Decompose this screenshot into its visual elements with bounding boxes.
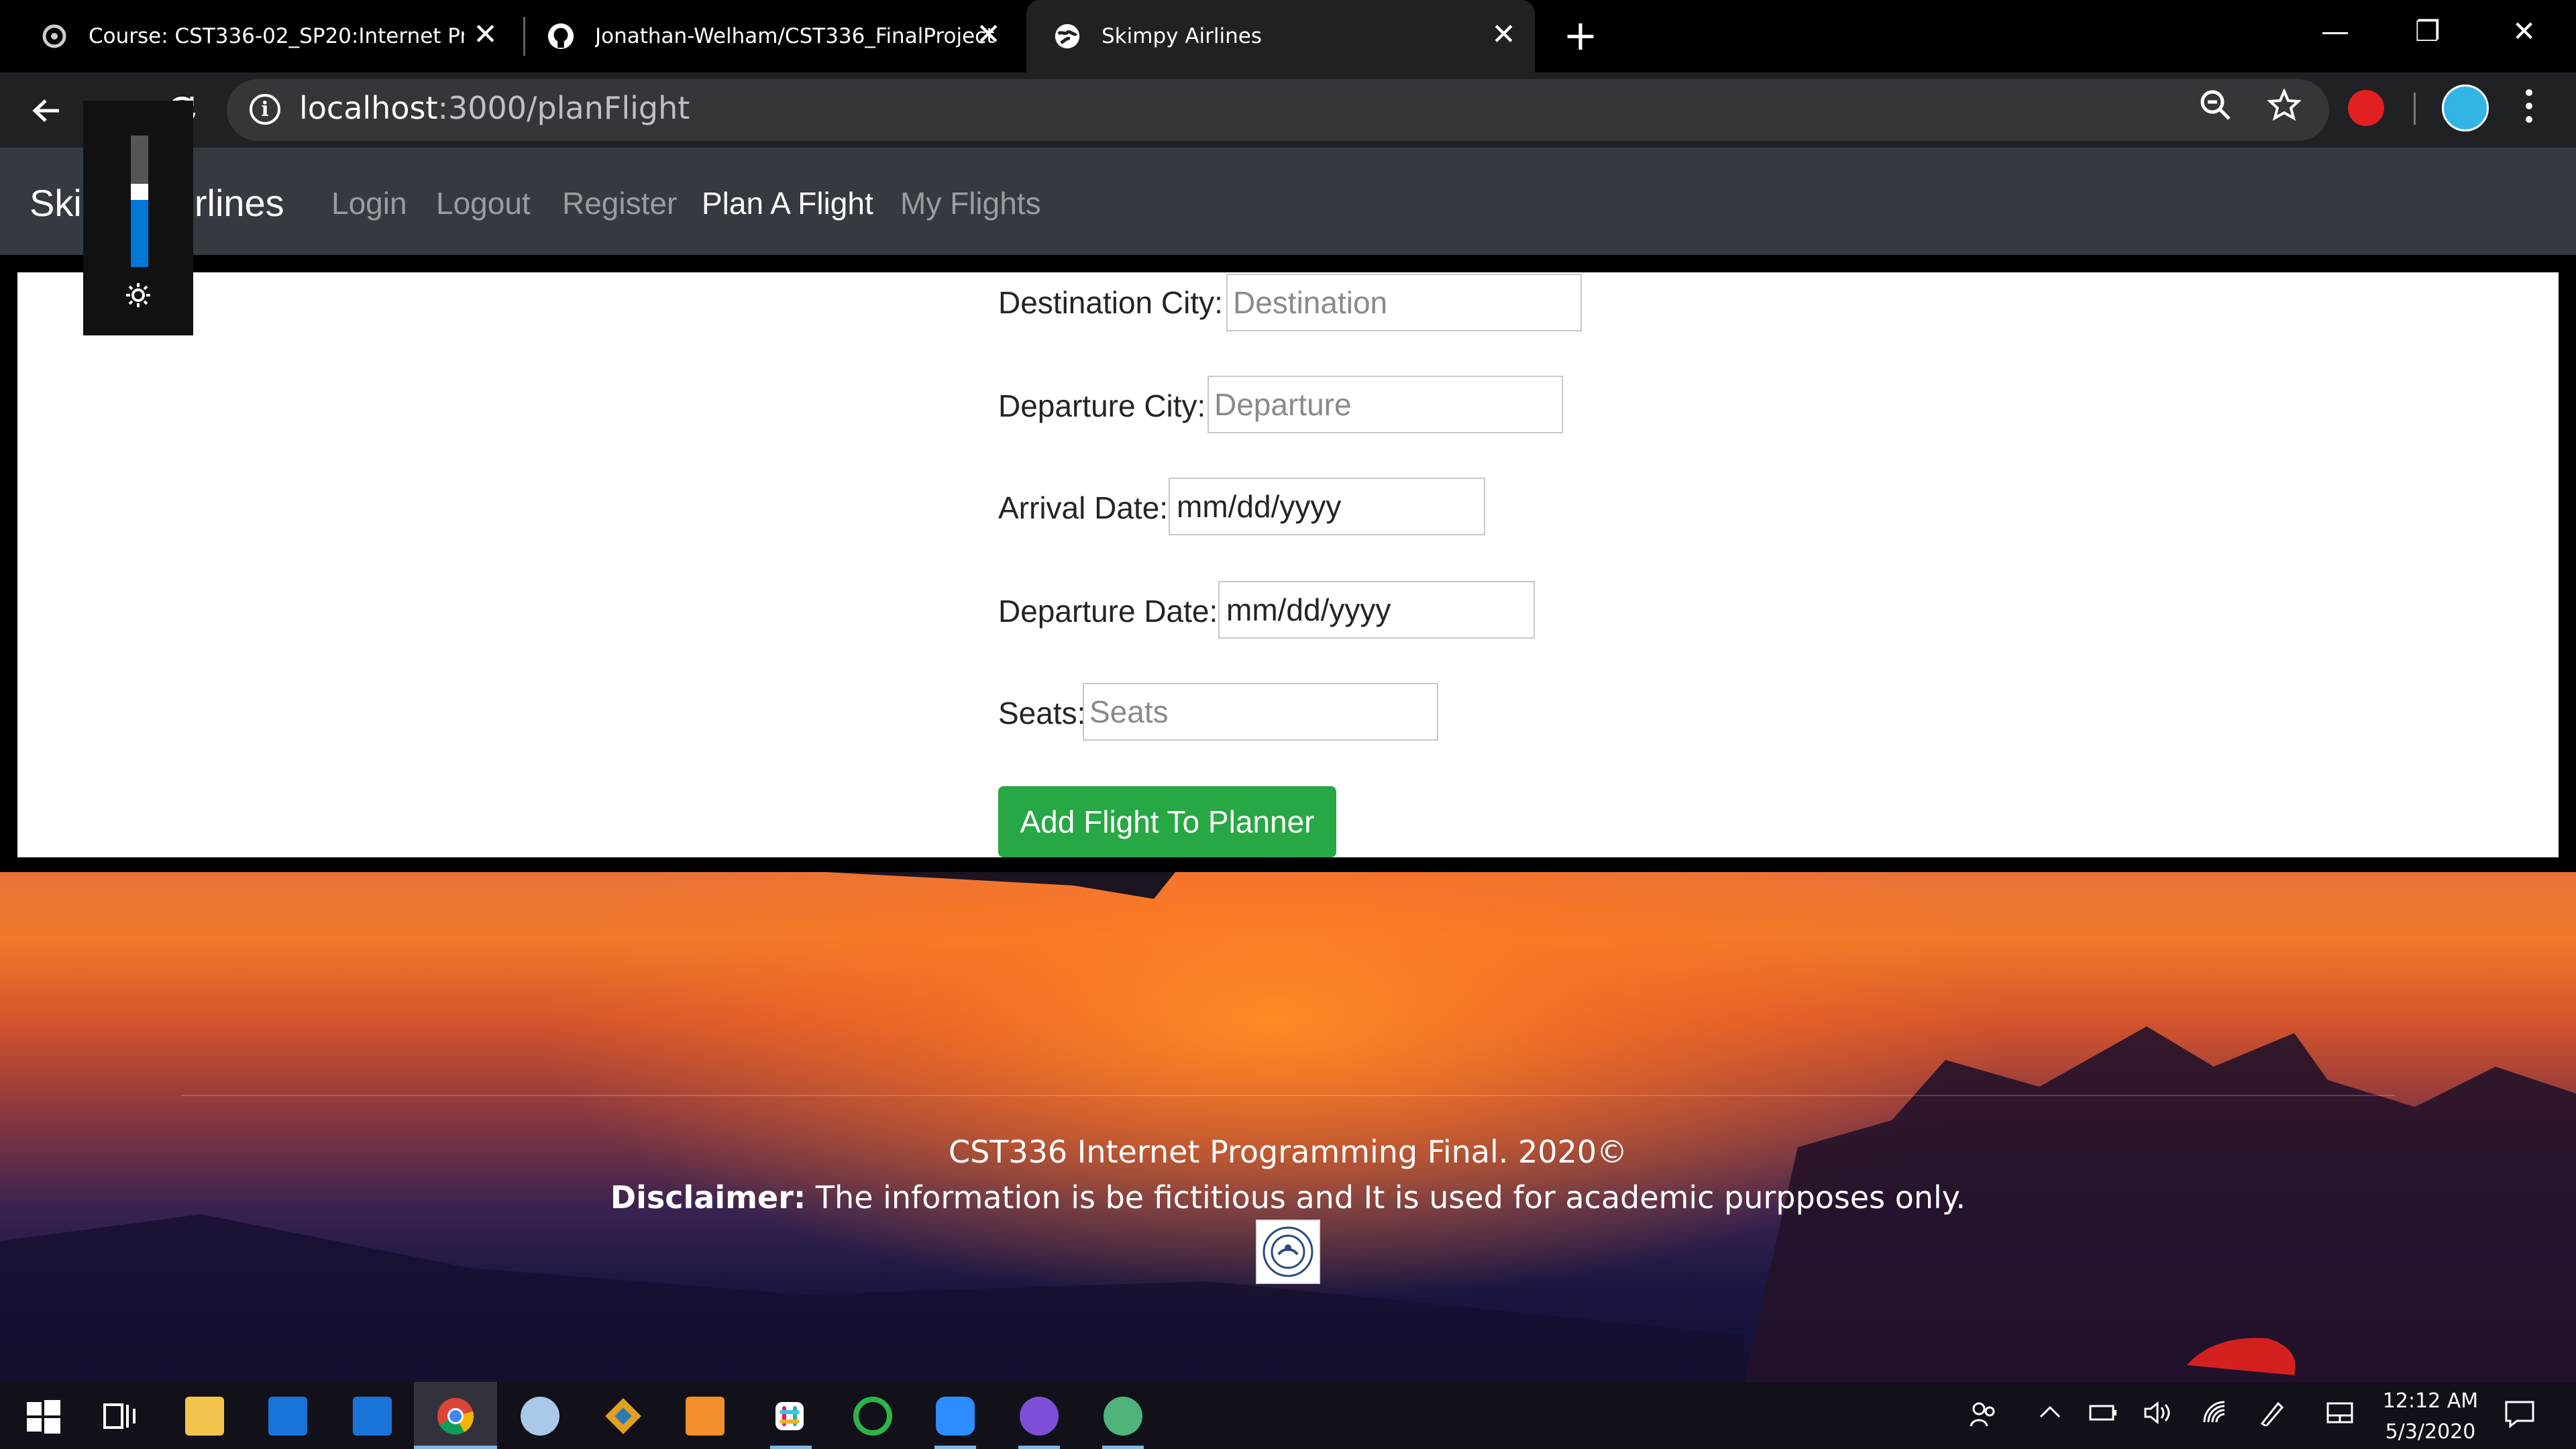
nav-login[interactable]: Login [331,185,407,221]
profile-avatar[interactable] [2442,85,2489,131]
zoom-icon[interactable] [2199,89,2233,130]
brightness-fill [131,191,148,267]
departure-city-input[interactable] [1208,376,1563,433]
sublime-icon[interactable] [686,1397,724,1436]
wifi-icon[interactable] [2200,1399,2230,1433]
close-tab-icon[interactable]: ✕ [473,20,498,50]
disclaimer-text: The information is be fictitious and It … [806,1179,1966,1216]
github-icon [547,22,575,50]
globe-icon [1053,22,1081,50]
sunset-background-image [0,865,2576,1382]
seats-input[interactable] [1083,683,1438,741]
tab-course[interactable]: Course: CST336-02_SP20:Internet Progr ✕ [0,0,517,72]
keyboard-icon[interactable] [2325,1399,2355,1433]
destination-city-label: Destination City: [998,285,1223,320]
zoom-running-indicator [934,1446,976,1449]
extension-icon[interactable] [2348,90,2384,126]
plan-flight-form: Destination City: Departure City: Arriva… [17,272,2559,857]
nav-logout[interactable]: Logout [436,185,531,221]
site-info-icon[interactable]: i [250,94,280,125]
task-view-icon[interactable] [101,1397,140,1436]
battery-icon[interactable] [2088,1399,2118,1433]
brightness-slider-thumb[interactable] [131,184,148,200]
atom-running-indicator [1102,1446,1144,1449]
arrival-date-label: Arrival Date: [998,490,1169,525]
zoom-icon[interactable] [936,1397,975,1436]
browser-tab-strip: Course: CST336-02_SP20:Internet Progr ✕ … [0,0,2576,72]
footer-disclaimer: Disclaimer: The information is be fictit… [0,1179,2576,1216]
menu-kebab-icon[interactable] [2522,86,2536,135]
file-explorer-icon[interactable] [185,1397,224,1436]
pen-icon[interactable] [2258,1399,2288,1433]
tab-title: Course: CST336-02_SP20:Internet Progr [89,24,464,48]
departure-city-label: Departure City: [998,388,1206,423]
departure-date-input[interactable]: mm/dd/yyyy [1218,581,1535,639]
disclaimer-label: Disclaimer: [610,1179,806,1216]
new-tab-button[interactable]: + [1563,15,1598,56]
tab-skimpy-airlines[interactable]: Skimpy Airlines ✕ [1026,0,1535,72]
close-window-button[interactable]: ✕ [2512,15,2536,48]
calendar-icon[interactable] [353,1397,392,1436]
nav-plan-a-flight[interactable]: Plan A Flight [702,185,873,221]
app-icon[interactable] [521,1397,559,1436]
app-ring-icon[interactable] [853,1397,892,1436]
nav-my-flights[interactable]: My Flights [900,185,1041,221]
people-icon[interactable] [1968,1399,1998,1436]
destination-city-input[interactable] [1226,274,1582,331]
mail-icon[interactable] [268,1397,307,1436]
back-arrow-icon [32,99,59,122]
brightness-sun-icon [125,282,152,316]
page-divider [0,856,2576,872]
clock-date: 5/3/2020 [2385,1420,2476,1444]
close-tab-icon[interactable]: ✕ [1491,20,1516,50]
back-button[interactable] [30,94,63,133]
taskbar-clock[interactable]: 12:12 AM 5/3/2020 [2380,1386,2481,1448]
seats-label: Seats: [998,696,1086,731]
url-path: :3000/planFlight [437,90,690,126]
nav-register[interactable]: Register [562,185,677,221]
chrome-running-indicator [414,1446,497,1449]
toolbar-divider [2414,93,2416,125]
add-flight-button[interactable]: Add Flight To Planner [998,786,1336,857]
start-icon[interactable] [24,1397,63,1436]
notifications-icon[interactable] [2504,1399,2536,1436]
github-icon[interactable] [1020,1397,1059,1436]
tab-divider [523,17,525,56]
chrome-icon[interactable] [436,1397,475,1436]
university-seal-logo [1256,1220,1320,1284]
chevron-up-icon[interactable] [2037,1399,2063,1433]
arrival-date-input[interactable]: mm/dd/yyyy [1169,478,1485,535]
bookmark-star-icon[interactable] [2267,87,2302,130]
restore-button[interactable]: ❐ [2415,15,2440,48]
minimize-button[interactable]: — [2321,15,2349,48]
brightness-flyout[interactable] [83,101,193,335]
footer-divider [181,1095,2395,1096]
close-tab-icon[interactable]: ✕ [976,20,1001,50]
git-icon[interactable] [604,1397,643,1436]
departure-date-label: Departure Date: [998,594,1218,629]
github-running-indicator [1018,1446,1060,1449]
slack-running-indicator [770,1446,812,1449]
url-host: localhost [299,90,438,126]
atom-icon[interactable] [1104,1397,1142,1436]
tab-title: Jonathan-Welham/CST336_FinalProject [595,24,995,48]
url-text[interactable]: localhost:3000/planFlight [299,90,690,126]
slack-icon[interactable] [770,1397,809,1436]
footer-copyright: CST336 Internet Programming Final. 2020© [948,1134,1628,1170]
moodle-icon [40,22,68,50]
tab-title: Skimpy Airlines [1102,24,1262,48]
site-navbar: Skimpy Airlines Login Logout Register Pl… [0,148,2576,255]
volume-icon[interactable] [2143,1399,2172,1433]
tab-github[interactable]: Jonathan-Welham/CST336_FinalProject ✕ [527,0,1020,72]
clock-time: 12:12 AM [2382,1389,2479,1413]
